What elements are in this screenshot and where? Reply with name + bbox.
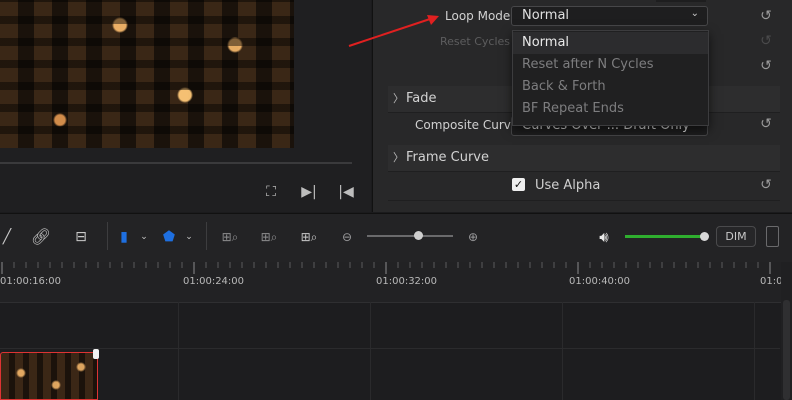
timeline-gridline	[754, 302, 755, 400]
audio-meter-button[interactable]	[766, 226, 779, 247]
timecode-label: 01:00:24:00	[183, 276, 245, 287]
loop-mode-dropdown-menu: Normal Reset after N Cycles Back & Forth…	[512, 30, 709, 126]
video-clip[interactable]	[0, 352, 98, 400]
timeline-scrollbar-thumb[interactable]	[783, 300, 790, 400]
inspector-top-field	[656, 0, 706, 2]
chevron-down-icon[interactable]: ⌄	[183, 227, 195, 247]
toolbar-separator	[107, 222, 108, 250]
viewer-scrub-bar[interactable]	[0, 162, 352, 164]
track-divider	[0, 348, 780, 349]
zoom-detail-icon[interactable]: ⊞⌕	[256, 227, 282, 247]
composite-curve-label: Composite Curve	[415, 118, 519, 132]
menu-item-normal[interactable]: Normal	[513, 32, 708, 54]
frame-curve-section-title: Frame Curve	[406, 150, 489, 165]
chevron-right-icon: 〉	[393, 92, 404, 105]
clip-trim-handle[interactable]	[93, 349, 99, 359]
zoom-slider-knob[interactable]	[414, 231, 423, 240]
reset-cycles-label: Reset Cycles	[440, 35, 511, 48]
flag-icon[interactable]: ▮	[117, 227, 131, 247]
viewer-panel: ⛶ ▶︎| |◀	[0, 0, 371, 212]
link-icon[interactable]: 🔗︎	[30, 227, 52, 247]
menu-item-back-and-forth[interactable]: Back & Forth	[513, 76, 708, 98]
play-to-end-icon[interactable]: ▶︎|	[300, 183, 318, 201]
timecode-label: 01:00:16:00	[0, 276, 62, 287]
loop-mode-value: Normal	[522, 8, 570, 23]
annotation-arrow	[348, 15, 439, 47]
timecode-label: 01:00:40:00	[569, 276, 631, 287]
frame-curve-section-header[interactable]: 〉 Frame Curve	[388, 145, 780, 172]
timeline-gridline	[178, 302, 179, 400]
plus-icon[interactable]: ⊕	[466, 227, 480, 247]
chevron-right-icon: 〉	[393, 151, 404, 164]
minus-icon[interactable]: ⊖	[340, 227, 354, 247]
zoom-custom-icon[interactable]: ⊞⌕	[296, 227, 322, 247]
menu-item-bf-repeat-ends[interactable]: BF Repeat Ends	[513, 98, 708, 120]
viewer-image	[0, 0, 294, 148]
menu-item-reset-after-n-cycles[interactable]: Reset after N Cycles	[513, 54, 708, 76]
zoom-full-icon[interactable]: ⊞⌕	[217, 227, 243, 247]
speaker-icon[interactable]: 🔊︎	[594, 227, 614, 247]
chevron-down-icon[interactable]: ⌄	[138, 227, 150, 247]
reset-icon[interactable]: ↺	[758, 8, 774, 24]
blade-tool-icon[interactable]: ╱	[0, 227, 14, 247]
loop-mode-label: Loop Mode	[445, 9, 511, 23]
volume-slider-knob[interactable]	[700, 232, 709, 241]
use-alpha-checkbox[interactable]: ✓	[512, 178, 525, 191]
fade-section-title: Fade	[406, 91, 437, 106]
reset-icon: ↺	[760, 33, 772, 49]
dim-button[interactable]: DIM	[716, 226, 756, 247]
volume-slider-track[interactable]	[625, 235, 705, 238]
ruler-ticks	[1, 262, 771, 274]
chevron-down-icon: ⌄	[690, 8, 699, 19]
inspector-divider	[388, 200, 780, 201]
marker-icon[interactable]: ⬟	[162, 227, 176, 247]
reset-icon[interactable]: ↺	[758, 116, 774, 132]
timeline-gridline	[562, 302, 563, 400]
timecode-label: 01:00:32:00	[376, 276, 438, 287]
loop-mode-select[interactable]: Normal ⌄	[511, 6, 708, 26]
timeline-gridline	[370, 302, 371, 400]
zoom-slider-track[interactable]	[367, 235, 453, 237]
fit-screen-icon[interactable]: ⛶	[262, 183, 280, 201]
toolbar-separator	[206, 222, 207, 250]
reset-icon[interactable]: ↺	[758, 58, 774, 74]
reset-icon[interactable]: ↺	[758, 177, 774, 193]
checkbox-check-icon: ✓	[513, 178, 524, 191]
lock-icon[interactable]: ⊟	[70, 227, 92, 247]
jump-to-start-icon[interactable]: |◀	[337, 183, 355, 201]
use-alpha-label: Use Alpha	[535, 178, 601, 193]
